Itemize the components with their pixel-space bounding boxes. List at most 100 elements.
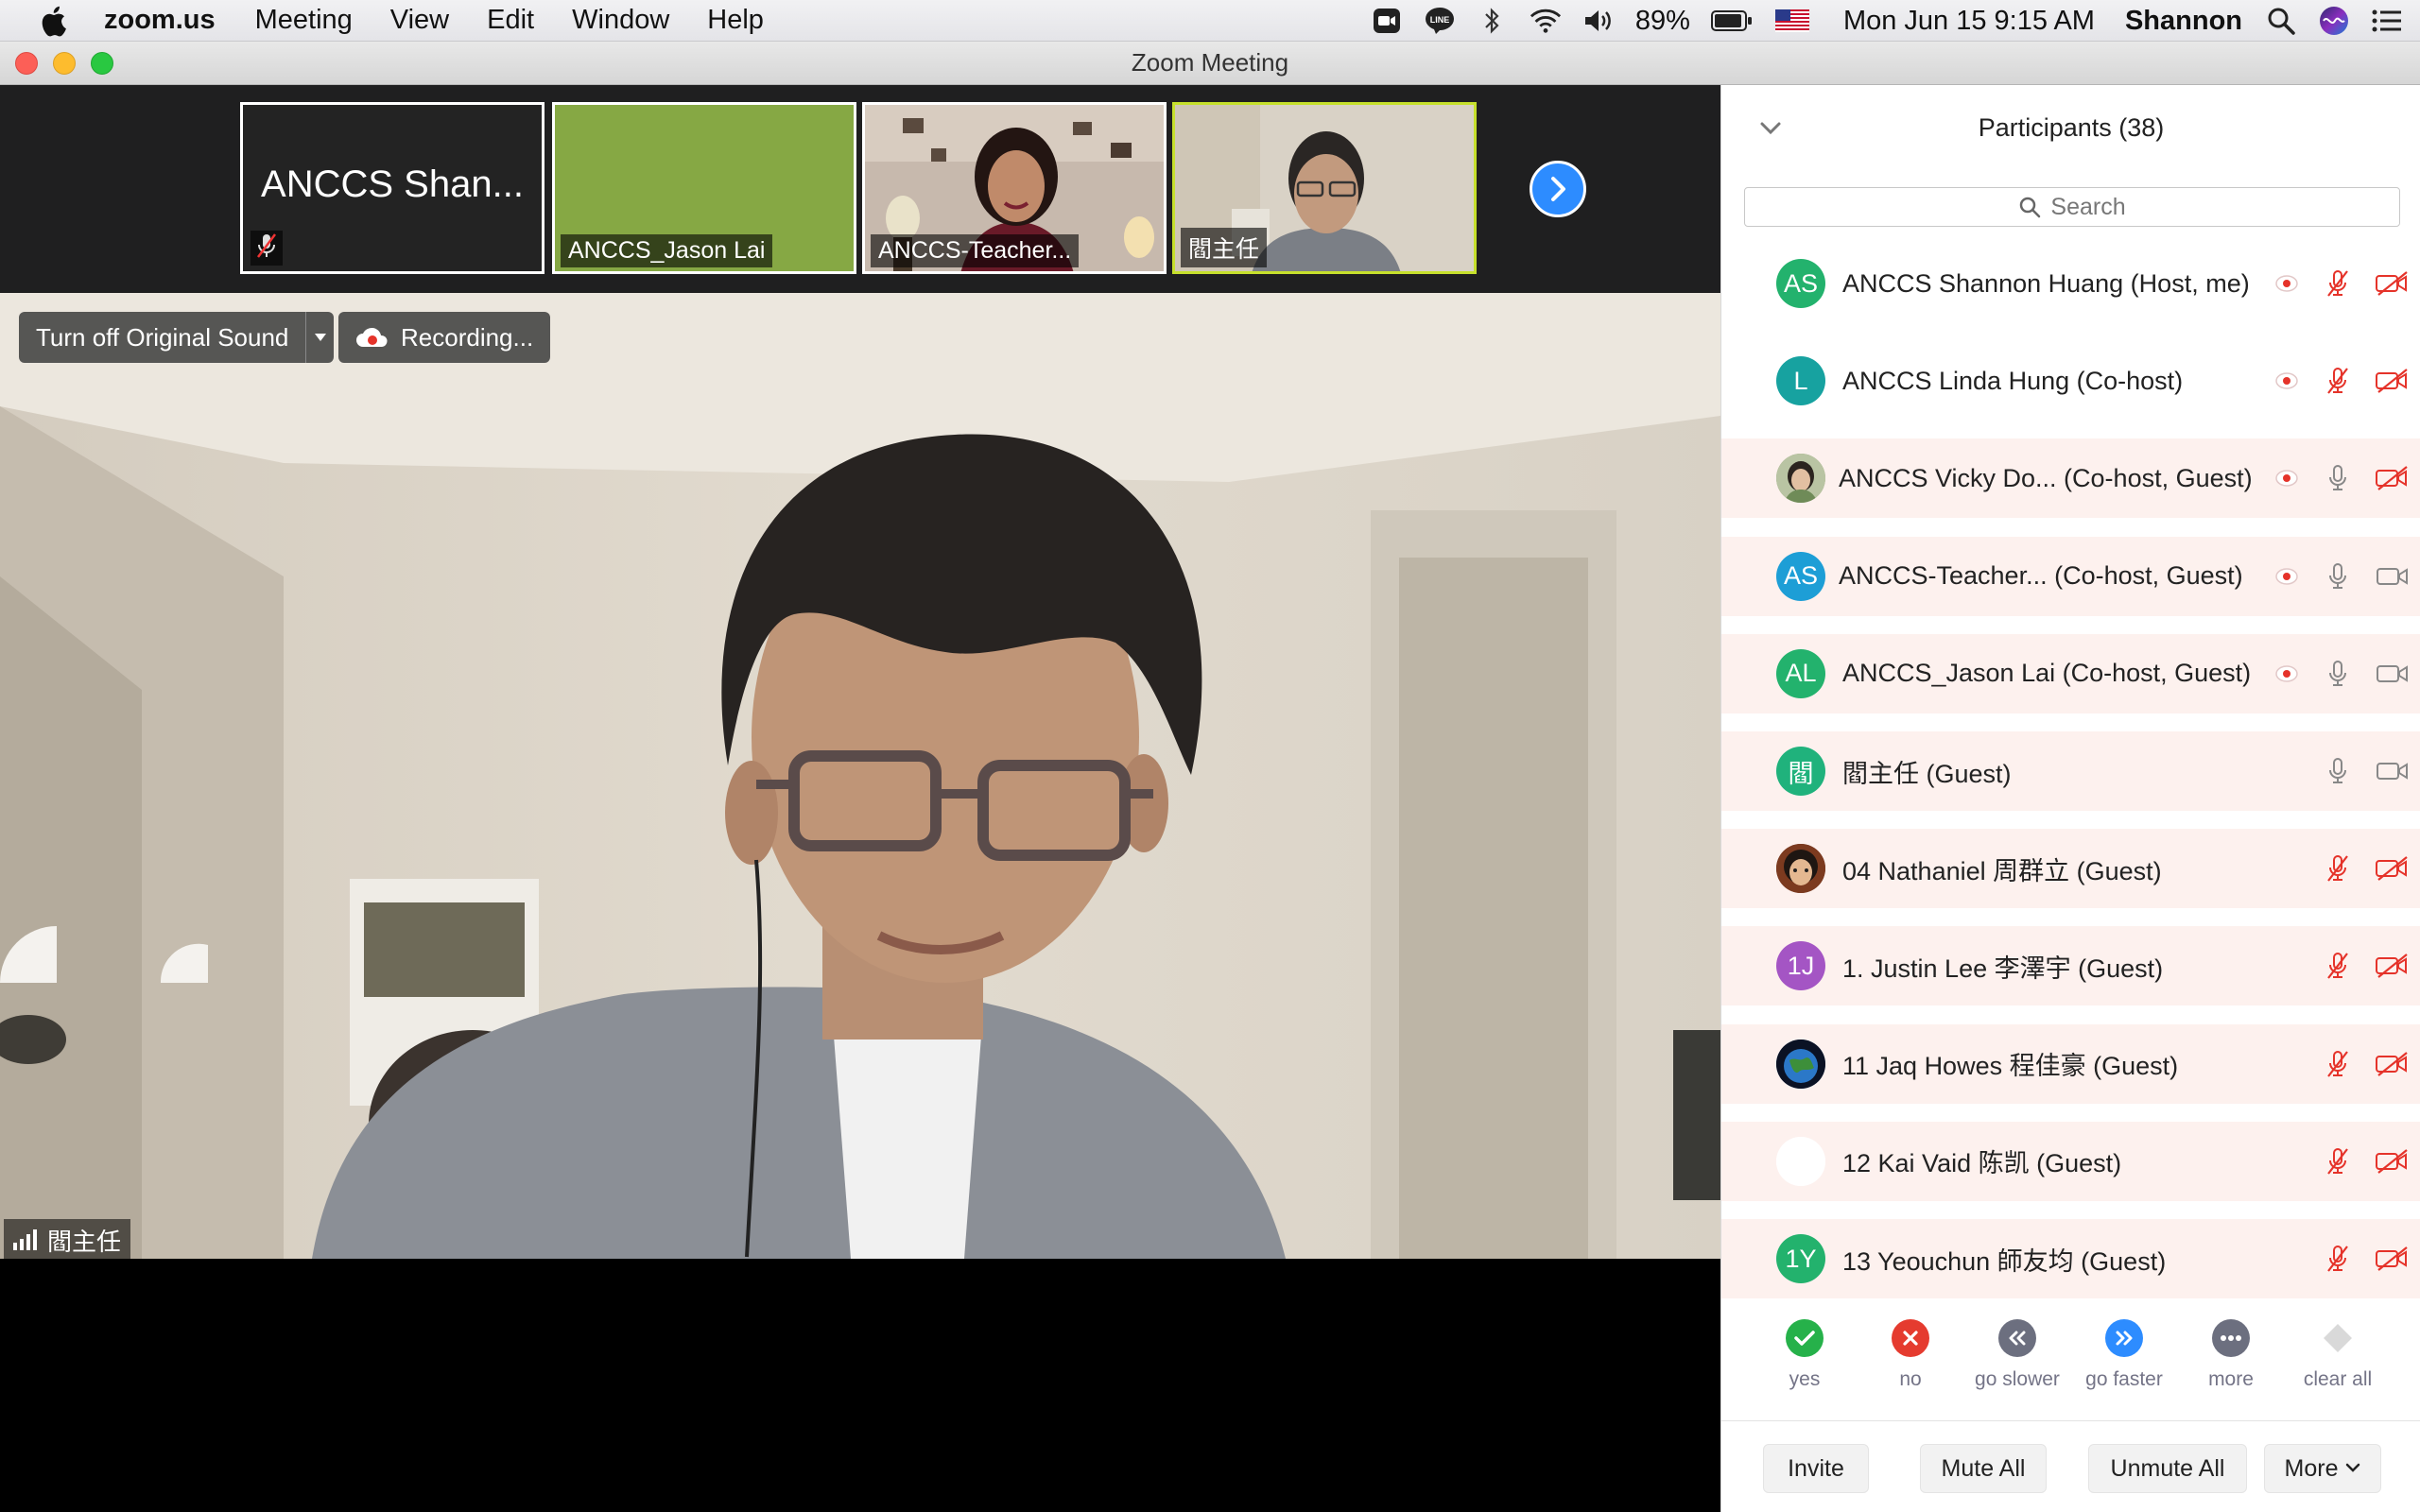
reaction-clear-all-button[interactable]: clear all: [2290, 1319, 2385, 1391]
window-close-button[interactable]: [15, 52, 38, 75]
recording-indicator[interactable]: Recording...: [338, 312, 551, 363]
participant-row[interactable]: 12 Kai Vaid 陈凯 (Guest): [1721, 1121, 2420, 1201]
next-page-button[interactable]: [1530, 161, 1586, 217]
reaction-yes-button[interactable]: yes: [1757, 1319, 1852, 1391]
thumbnail-jason[interactable]: ANCCS_Jason Lai: [552, 102, 856, 274]
participant-list: AS ANCCS Shannon Huang (Host, me) L ANCCS L…: [1721, 244, 2420, 1298]
notification-list-icon[interactable]: [2371, 5, 2403, 37]
mic-muted-icon: [2327, 1246, 2348, 1272]
thumbnail-active-speaker[interactable]: 閻主任: [1172, 102, 1477, 274]
participant-mic-toggle[interactable]: [2323, 463, 2353, 493]
bluetooth-icon[interactable]: [1477, 5, 1509, 37]
participant-video-toggle[interactable]: [2374, 561, 2411, 592]
participant-mic-toggle[interactable]: [2323, 1244, 2353, 1274]
chevron-right-icon: [1551, 177, 1565, 201]
original-sound-button[interactable]: Turn off Original Sound: [19, 312, 335, 363]
menu-edit[interactable]: Edit: [487, 5, 534, 36]
participant-mic-toggle[interactable]: [2323, 1049, 2353, 1079]
menu-window[interactable]: Window: [572, 5, 669, 36]
participant-row[interactable]: L ANCCS Linda Hung (Co-host): [1721, 341, 2420, 421]
apple-icon[interactable]: [34, 2, 72, 40]
participant-row[interactable]: 04 Nathaniel 周群立 (Guest): [1721, 829, 2420, 909]
menu-view[interactable]: View: [390, 5, 449, 36]
participant-video-toggle[interactable]: [2374, 1244, 2411, 1274]
menu-help[interactable]: Help: [707, 5, 764, 36]
participant-mic-toggle[interactable]: [2323, 853, 2353, 884]
participant-video-toggle[interactable]: [2374, 951, 2411, 981]
participant-avatar: 1Y: [1776, 1234, 1825, 1283]
participant-name: 12 Kai Vaid 陈凯 (Guest): [1842, 1149, 2122, 1178]
participant-mic-toggle[interactable]: [2323, 561, 2353, 592]
participant-row[interactable]: AS ANCCS-Teacher... (Co-host, Guest): [1721, 536, 2420, 616]
zoom-video-icon[interactable]: [1371, 5, 1403, 37]
participant-video-toggle[interactable]: [2374, 1049, 2411, 1079]
reaction-more-button[interactable]: more: [2184, 1319, 2278, 1391]
participant-video-toggle[interactable]: [2374, 463, 2411, 493]
window-title: Zoom Meeting: [1131, 48, 1289, 77]
reaction-go-slower-button[interactable]: go slower: [1970, 1319, 2065, 1391]
more-label: More: [2284, 1454, 2339, 1482]
participant-mic-toggle[interactable]: [2323, 366, 2353, 396]
participant-mic-toggle[interactable]: [2323, 1146, 2353, 1177]
signal-strength-icon: [13, 1229, 37, 1250]
participant-row[interactable]: AL ANCCS_Jason Lai (Co-host, Guest): [1721, 633, 2420, 713]
mute-all-button[interactable]: Mute All: [1920, 1444, 2047, 1493]
wifi-icon[interactable]: [1530, 5, 1562, 37]
participants-panel: Participants (38) Search AS ANCCS Shannon…: [1720, 85, 2420, 1512]
active-speaker-video[interactable]: [0, 293, 1720, 1259]
video-off-icon: [2376, 369, 2408, 394]
reaction-no-button[interactable]: no: [1863, 1319, 1958, 1391]
video-off-icon: [2376, 1148, 2408, 1174]
reaction-go-faster-button[interactable]: go faster: [2077, 1319, 2171, 1391]
macos-menu-bar: zoom.us Meeting View Edit Window Help LI…: [0, 0, 2420, 42]
more-button[interactable]: More: [2264, 1444, 2381, 1493]
participant-video-toggle[interactable]: [2374, 659, 2411, 689]
participant-mic-toggle[interactable]: [2323, 659, 2353, 689]
battery-icon[interactable]: [1710, 5, 1753, 37]
participant-row[interactable]: ANCCS Vicky Do... (Co-host, Guest): [1721, 438, 2420, 519]
participant-row[interactable]: 閻閻主任 (Guest): [1721, 731, 2420, 811]
participant-mic-toggle[interactable]: [2323, 268, 2353, 299]
reaction-label: no: [1899, 1368, 1922, 1390]
thumbnail-teacher[interactable]: ANCCS-Teacher...: [862, 102, 1167, 274]
mic-muted-icon: [2327, 953, 2348, 980]
recording-permission-indicator: [2272, 561, 2302, 592]
spotlight-icon[interactable]: [2265, 5, 2297, 37]
participant-video-toggle[interactable]: [2374, 268, 2411, 299]
participant-video-toggle[interactable]: [2374, 366, 2411, 396]
invite-button[interactable]: Invite: [1763, 1444, 1869, 1493]
x-icon: [1903, 1331, 1918, 1346]
participant-video-toggle[interactable]: [2374, 1146, 2411, 1177]
reaction-label: yes: [1789, 1368, 1821, 1390]
reaction-circle: [1786, 1319, 1824, 1357]
participant-row[interactable]: AS ANCCS Shannon Huang (Host, me): [1721, 244, 2420, 323]
participant-name: ANCCS Linda Hung (Co-host): [1842, 366, 2184, 395]
unmute-all-button[interactable]: Unmute All: [2088, 1444, 2247, 1493]
menu-app-name[interactable]: zoom.us: [104, 5, 216, 36]
menu-meeting[interactable]: Meeting: [255, 5, 353, 36]
siri-icon[interactable]: [2318, 5, 2350, 37]
participant-video-toggle[interactable]: [2374, 756, 2411, 786]
participant-avatar: [1776, 1039, 1825, 1089]
window-minimize-button[interactable]: [53, 52, 76, 75]
participant-row[interactable]: 11 Jaq Howes 程佳豪 (Guest): [1721, 1023, 2420, 1104]
participant-row[interactable]: 1Y 13 Yeouchun 師友均 (Guest): [1721, 1219, 2420, 1298]
participant-mic-toggle[interactable]: [2323, 756, 2353, 786]
participant-mic-toggle[interactable]: [2323, 951, 2353, 981]
volume-icon[interactable]: [1582, 5, 1615, 37]
svg-text:LINE: LINE: [1430, 15, 1450, 25]
us-flag-icon[interactable]: [1773, 5, 1811, 37]
video-off-icon: [2376, 954, 2408, 979]
menubar-user[interactable]: Shannon: [2125, 6, 2242, 37]
participant-search-input[interactable]: Search: [1744, 187, 2400, 227]
unmute-all-label: Unmute All: [2110, 1454, 2225, 1482]
participant-video-toggle[interactable]: [2374, 853, 2411, 884]
thumbnail-self[interactable]: ANCCS Shan...: [240, 102, 544, 274]
participant-row[interactable]: 1J 1. Justin Lee 李澤宇 (Guest): [1721, 926, 2420, 1006]
menubar-clock[interactable]: Mon Jun 15 9:15 AM: [1843, 6, 2095, 37]
original-sound-dropdown[interactable]: [305, 312, 334, 363]
window-zoom-button[interactable]: [91, 52, 113, 75]
line-app-icon[interactable]: LINE: [1424, 5, 1456, 37]
collapse-panel-button[interactable]: [1759, 113, 1788, 142]
avatar-photo: [1776, 454, 1825, 504]
